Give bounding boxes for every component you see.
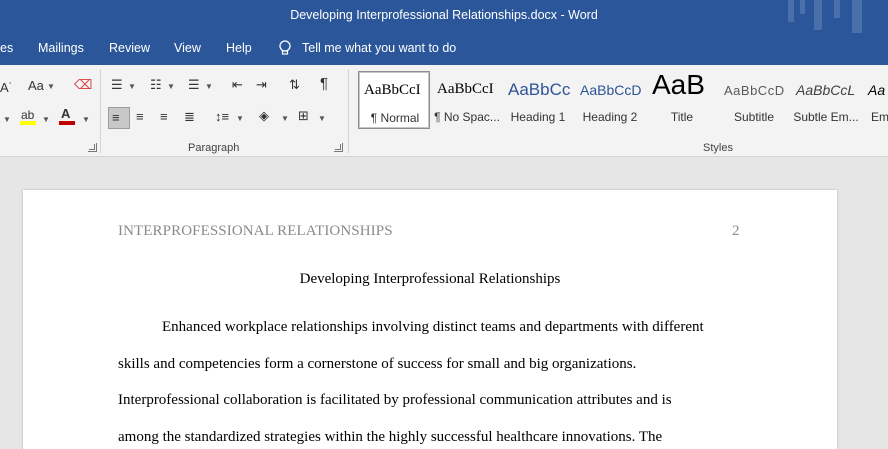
multilevel-list-icon[interactable]: ☰ [188,77,200,93]
numbering-icon[interactable]: ☷ [150,77,162,93]
style-heading-1[interactable]: AaBbCc Heading 1 [503,71,573,129]
styles-gallery: AaBbCcI ¶ Normal AaBbCcI ¶ No Spac... Aa… [356,70,888,133]
show-hide-marks-icon[interactable]: ¶ [320,76,328,92]
chevron-down-icon: ▼ [3,115,11,124]
change-case-button[interactable]: Aa [28,78,44,94]
align-center-icon[interactable]: ≡ [136,109,144,125]
tab-review[interactable]: Review [109,41,150,55]
align-right-icon[interactable]: ≡ [160,109,168,125]
font-dialog-launcher[interactable] [88,143,97,152]
font-color-bar [59,121,75,125]
chevron-down-icon: ▼ [128,82,136,91]
font-color-icon: A [61,106,71,121]
style-heading-2[interactable]: AaBbCcD Heading 2 [575,71,645,129]
style-title[interactable]: AaB Title [647,71,717,129]
increase-indent-icon[interactable]: ⇥ [256,77,267,93]
body-line: Interprofessional collaboration is facil… [118,392,672,408]
style-normal[interactable]: AaBbCcI ¶ Normal [358,71,430,129]
ribbon: A˙ Aa ▼ ⌫ ▼ ab ▼ A ▼ ☰ ▼ ☷ ▼ ☰ ▼ ⇤ ⇥ ⇅ ¶… [0,65,888,157]
highlight-color-bar [20,121,36,125]
line-spacing-icon[interactable]: ↕≡ [215,109,229,125]
title-bar-decoration [778,0,888,33]
style-emphasis[interactable]: Aa Em [863,71,888,129]
chevron-down-icon: ▼ [82,115,90,124]
style-no-spacing[interactable]: AaBbCcI ¶ No Spac... [432,71,502,129]
style-name: Em [871,110,888,124]
style-name: Heading 1 [510,110,566,124]
style-preview: AaBbCcD [724,83,785,98]
font-partial-icon: A˙ [0,80,13,95]
window-title: Developing Interprofessional Relationshi… [290,8,598,22]
tell-me-box[interactable]: Tell me what you want to do [278,40,456,56]
tab-references[interactable]: es [0,41,13,55]
shading-icon[interactable]: ◈ [259,108,269,124]
body-line: skills and competencies form a cornersto… [118,356,637,372]
chevron-down-icon: ▼ [47,82,55,91]
document-page[interactable]: INTERPROFESSIONAL RELATIONSHIPS 2 Develo… [23,190,837,449]
tab-view[interactable]: View [174,41,201,55]
chevron-down-icon: ▼ [205,82,213,91]
style-preview: AaBbCcI [437,81,494,97]
chevron-down-icon: ▼ [42,115,50,124]
paragraph-group-label: Paragraph [188,142,240,154]
style-preview: AaBbCcI [364,82,421,98]
running-header: INTERPROFESSIONAL RELATIONSHIPS [118,223,393,239]
decrease-indent-icon[interactable]: ⇤ [232,77,243,93]
style-preview: AaBbCcL [796,82,856,98]
body-line: among the standardized strategies within… [118,429,663,445]
styles-group-label: Styles [703,142,733,154]
style-subtle-emphasis[interactable]: AaBbCcL Subtle Em... [791,71,861,129]
clear-formatting-icon[interactable]: ⌫ [74,77,92,93]
sort-icon[interactable]: ⇅ [289,77,300,93]
style-preview: AaBbCcD [580,82,642,98]
chevron-down-icon: ▼ [281,114,289,123]
chevron-down-icon: ▼ [167,82,175,91]
style-name: Title [670,110,694,124]
ribbon-tabs: es Mailings Review View Help Tell me wha… [0,33,888,65]
body-line: Enhanced workplace relationships involvi… [162,319,704,335]
style-preview: AaBbCc [508,80,571,99]
group-separator [348,69,349,153]
style-name: Subtle Em... [793,110,859,124]
tab-mailings[interactable]: Mailings [38,41,84,55]
style-preview: Aa [868,82,886,98]
style-name: ¶ No Spac... [434,110,500,124]
style-subtitle[interactable]: AaBbCcD Subtitle [719,71,789,129]
tab-help[interactable]: Help [226,41,252,55]
bullets-icon[interactable]: ☰ [111,77,123,93]
paragraph-dialog-launcher[interactable] [334,143,343,152]
align-left-icon: ≡ [112,110,120,125]
chevron-down-icon: ▼ [236,114,244,123]
style-preview: AaB [652,71,705,100]
chevron-down-icon: ▼ [318,114,326,123]
align-left-button[interactable]: ≡ [108,107,130,129]
page-number: 2 [732,223,740,239]
group-separator [100,69,101,153]
tell-me-text: Tell me what you want to do [302,41,457,55]
style-name: ¶ Normal [370,111,420,125]
justify-icon[interactable]: ≣ [184,109,195,125]
highlight-color-button[interactable]: ab [18,107,38,125]
document-area[interactable]: INTERPROFESSIONAL RELATIONSHIPS 2 Develo… [0,157,888,449]
font-color-button[interactable]: A [58,106,78,125]
title-bar: Developing Interprofessional Relationshi… [0,0,888,33]
document-title: Developing Interprofessional Relationshi… [299,271,561,287]
borders-icon[interactable]: ⊞ [298,108,309,124]
style-name: Subtitle [733,110,775,124]
style-name: Heading 2 [582,110,638,124]
lightbulb-icon [279,40,291,55]
